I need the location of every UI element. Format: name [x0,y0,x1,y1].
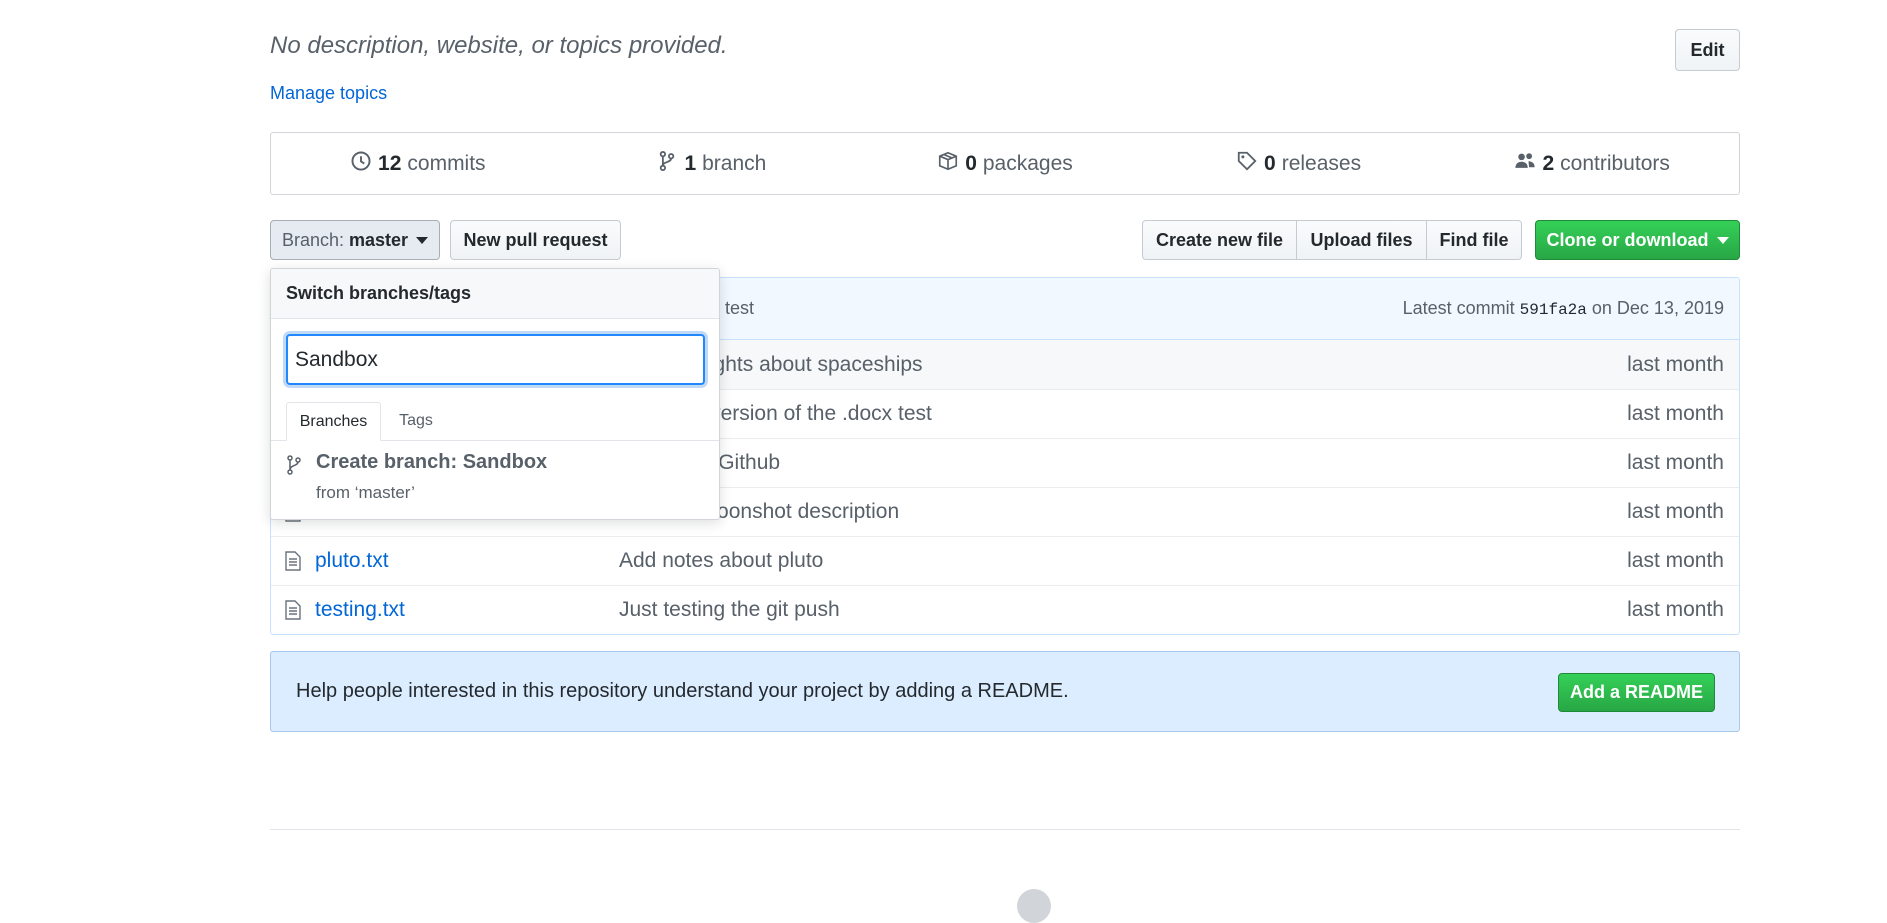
file-age: last month [1627,352,1724,376]
file-age: last month [1627,598,1724,621]
file-name[interactable]: testing.txt [315,598,405,622]
file-icon [285,600,301,626]
manage-topics-link[interactable]: Manage topics [270,83,387,104]
add-readme-button[interactable]: Add a README [1558,673,1715,712]
branch-prefix: Branch: [281,229,344,250]
commits-label: commits [407,151,486,175]
packages-label: packages [982,151,1073,175]
stat-commits[interactable]: 12 commits [271,150,565,178]
new-pull-request-button[interactable]: New pull request [450,220,621,260]
readme-prompt-text: Help people interested in this repositor… [296,680,1069,702]
edit-button[interactable]: Edit [1675,29,1740,71]
stat-branches[interactable]: 1 branch [565,150,859,178]
caret-down-icon [1716,236,1729,244]
table-row[interactable]: testing.txt Just testing the git push la… [271,585,1739,634]
latest-commit-label: Latest commit [1402,298,1515,318]
branch-filter-input[interactable] [286,334,705,385]
create-new-file-button[interactable]: Create new file [1142,220,1297,260]
commit-date: on Dec 13, 2019 [1591,298,1724,318]
stat-releases[interactable]: 0 releases [1152,150,1446,178]
github-logo-icon[interactable] [1017,889,1051,923]
file-age: last month [1627,549,1724,572]
releases-count: 0 [1264,151,1276,175]
contributors-label: contributors [1560,151,1670,175]
clone-or-download-button[interactable]: Clone or download [1535,220,1740,260]
people-icon [1514,150,1536,178]
branch-icon [656,150,678,178]
history-icon [350,150,372,178]
file-age: last month [1627,451,1724,474]
repo-stats-bar: 12 commits 1 branch 0 packages 0 release… [270,132,1740,195]
branch-name: master [349,229,409,250]
file-name[interactable]: pluto.txt [315,549,389,573]
contributors-count: 2 [1542,151,1555,175]
latest-commit-info: Latest commit 591fa2a on Dec 13, 2019 [1403,298,1724,319]
file-commit-message[interactable]: Just testing the git push [619,598,840,622]
releases-label: releases [1281,151,1362,175]
create-branch-source: from ‘master’ [316,483,415,502]
find-file-button[interactable]: Find file [1426,220,1522,260]
dropdown-tabs: Branches Tags [271,402,719,441]
upload-files-button[interactable]: Upload files [1296,220,1427,260]
branch-dropdown: Switch branches/tags Branches Tags Creat… [270,268,720,520]
packages-count: 0 [965,151,977,175]
readme-banner: Help people interested in this repositor… [270,651,1740,732]
stat-contributors[interactable]: 2 contributors [1445,150,1739,178]
branch-select-button[interactable]: Branch: master [270,220,440,260]
footer-divider [270,829,1740,830]
commit-sha[interactable]: 591fa2a [1520,301,1587,319]
package-icon [937,150,959,178]
table-row[interactable]: pluto.txt Add notes about pluto last mon… [271,536,1739,585]
create-branch-title: Create branch: Sandbox [316,451,548,473]
tag-icon [1236,150,1258,178]
branches-label: branch [702,151,767,175]
tab-tags[interactable]: Tags [386,402,446,440]
repo-description: No description, website, or topics provi… [270,32,728,59]
stat-packages[interactable]: 0 packages [858,150,1152,178]
tab-branches[interactable]: Branches [286,402,381,441]
commits-count: 12 [378,151,402,175]
dropdown-title: Switch branches/tags [271,269,719,319]
caret-down-icon [416,236,429,244]
file-icon [285,551,301,577]
file-age: last month [1627,402,1724,425]
branches-count: 1 [684,151,697,175]
clone-label: Clone or download [1546,229,1709,250]
file-age: last month [1627,500,1724,523]
file-commit-message[interactable]: Add notes about pluto [619,549,823,573]
